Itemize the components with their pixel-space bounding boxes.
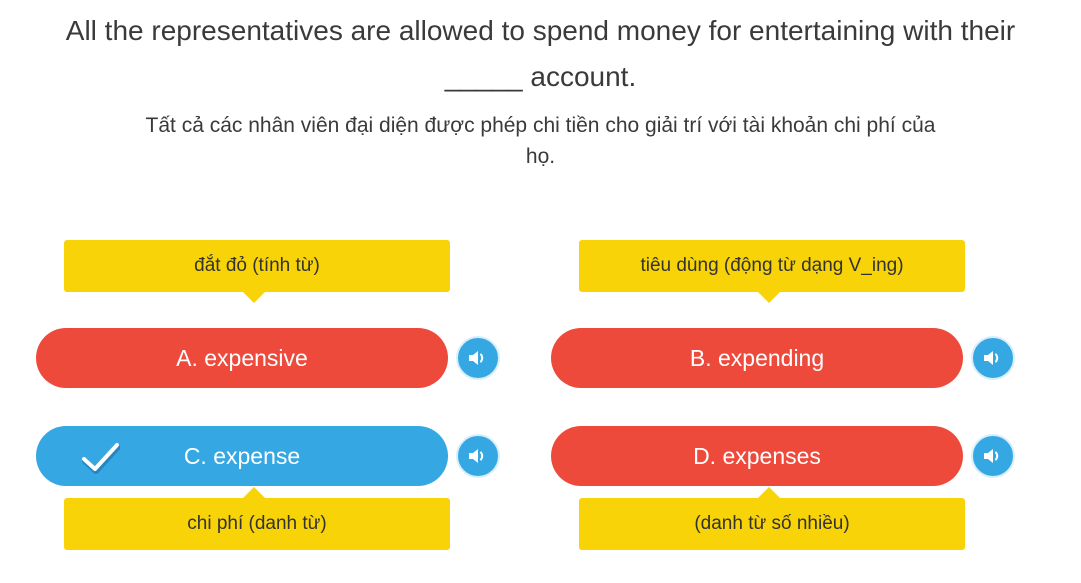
speaker-icon [984,351,999,365]
translation-line-2: họ. [525,145,556,168]
translation-line-1: Tất cả các nhân viên đại diện được phép … [145,114,936,137]
option-b-audio-button[interactable] [971,336,1015,380]
question-line-1: All the representatives are allowed to s… [65,15,1016,46]
option-a-label: A. expensive [176,344,308,371]
question-line-2: _____ account. [444,61,637,92]
option-d-button[interactable]: D. expenses [551,426,963,486]
speaker-icon [469,449,484,463]
speaker-icon [984,449,999,463]
translation-text: Tất cả các nhân viên đại diện được phép … [60,110,1021,172]
option-c-label: C. expense [183,442,301,469]
option-d-audio-button[interactable] [971,434,1015,478]
option-c-audio-button[interactable] [456,434,500,478]
checkmark-icon [82,443,120,474]
hint-option-b: tiêu dùng (động từ dạng V_ing) [579,240,965,303]
hint-option-d: (danh từ số nhiều) [579,487,965,550]
option-d-label: D. expenses [693,442,821,469]
option-b-label: B. expending [689,344,825,371]
option-a-audio-button[interactable] [456,336,500,380]
option-b-button[interactable]: B. expending [551,328,963,388]
hint-option-a: đắt đỏ (tính từ) [64,240,450,303]
option-c-button[interactable]: C. expense [36,426,448,486]
hint-option-c: chi phí (danh từ) [64,487,450,550]
question-text: All the representatives are allowed to s… [20,8,1061,100]
option-a-button[interactable]: A. expensive [36,328,448,388]
speaker-icon [469,351,484,365]
